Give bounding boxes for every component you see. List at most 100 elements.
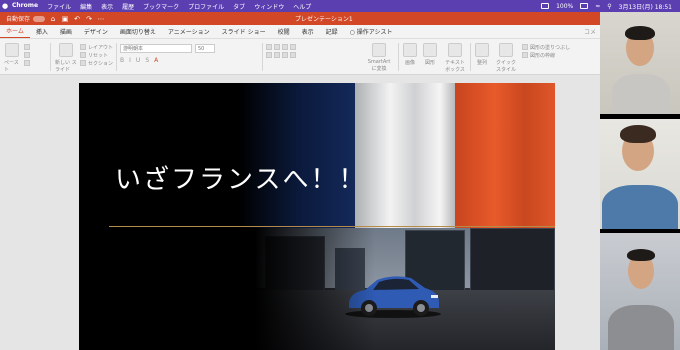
lightbulb-icon: ○ [349,29,355,36]
photo-building [470,228,555,292]
format-painter-button[interactable] [24,59,30,67]
textbox-group: テキスト ボックス [443,43,467,73]
section-label: セクション [88,60,114,67]
smartart-button[interactable] [372,43,386,57]
paste-label: ペースト [4,60,19,73]
tab-home[interactable]: ホーム [0,26,30,38]
menu-help[interactable]: ヘルプ [293,2,311,11]
autosave-control[interactable]: 自動保存 [6,14,46,23]
paste-button[interactable] [5,43,19,57]
menu-file[interactable]: ファイル [47,2,71,11]
tab-design[interactable]: デザイン [78,27,114,36]
copy-button[interactable] [24,51,30,59]
menu-bookmarks[interactable]: ブックマーク [143,2,179,11]
shape-outline-label: 図形の枠線 [530,52,556,59]
french-flag-image[interactable] [79,83,555,228]
menu-profile[interactable]: プロファイル [188,2,224,11]
undo-icon[interactable]: ↶ [73,15,81,23]
italic-icon[interactable]: I [129,57,131,64]
menubar-clock[interactable]: 3月13日(月) 18:51 [619,2,672,11]
flag-blue-stripe [79,83,355,228]
underline-icon[interactable]: U [136,57,140,64]
format-row: B I U S A [120,57,158,64]
tab-tell-me[interactable]: ○ 操作アシスト [344,27,399,36]
apple-icon[interactable]: ● [0,2,10,10]
macos-menubar: ● Chrome ファイル 編集 表示 履歴 ブックマーク プロファイル タブ … [0,0,680,12]
tab-draw[interactable]: 描画 [54,27,78,36]
font-family-select[interactable]: 游明朝本 [120,44,192,53]
slide[interactable]: いざフランスへ！！ [79,83,555,350]
spotlight-search-icon[interactable]: ⚲ [607,3,611,10]
arrange-group: 整列 [474,43,490,66]
participant-3-hair [627,249,655,261]
layout-button[interactable]: レイアウト [80,43,113,51]
menu-view[interactable]: 表示 [101,2,113,11]
font-color-icon[interactable]: A [154,57,158,64]
car-photo[interactable] [255,228,555,350]
reset-label: リセット [88,52,109,59]
save-icon[interactable]: ▣ [61,15,69,23]
participant-1-body [612,74,670,114]
home-icon[interactable]: ⌂ [49,15,57,23]
picture-icon[interactable] [403,43,417,57]
menu-edit[interactable]: 編集 [80,2,92,11]
window-titlebar: 自動保存 ⌂ ▣ ↶ ↷ ⋯ プレゼンテーション1 [0,12,600,25]
video-call-panel [600,12,680,350]
participant-video-3[interactable] [600,233,680,350]
font-size-select[interactable]: 50 [195,44,215,53]
textbox-icon[interactable] [448,43,462,57]
menu-window[interactable]: ウィンドウ [254,2,284,11]
textbox-label: テキスト ボックス [445,60,465,73]
screen-share-icon[interactable] [541,3,550,9]
tab-animations[interactable]: アニメーション [162,27,216,36]
tab-slideshow[interactable]: スライド ショー [216,27,272,36]
participant-3-body [608,305,674,350]
menu-history[interactable]: 履歴 [122,2,134,11]
new-slide-button[interactable] [59,43,73,57]
ribbon-divider [262,43,263,71]
smartart-group: SmartArt に変換 [365,43,393,72]
participant-video-2[interactable] [600,119,680,229]
section-button[interactable]: セクション [80,59,113,67]
battery-percent: 100% [556,2,574,10]
slide-canvas[interactable]: いざフランスへ！！ [0,75,600,350]
tab-insert[interactable]: 挿入 [30,27,54,36]
arrange-label: 整列 [476,60,487,66]
strikethrough-icon[interactable]: S [145,57,149,64]
quick-styles-label: クイック スタイル [495,60,516,73]
participant-1-hair [625,26,655,40]
layout-label: レイアウト [88,44,114,51]
participant-video-1[interactable] [600,12,680,114]
tab-record[interactable]: 記録 [320,27,344,36]
autosave-toggle[interactable] [33,15,46,22]
slide-title[interactable]: いざフランスへ！！ [115,159,366,196]
menu-app-chrome[interactable]: Chrome [12,2,38,11]
shapes-icon[interactable] [423,43,437,57]
tab-transitions[interactable]: 画面切り替え [114,27,162,36]
cut-button[interactable] [24,43,30,51]
more-icon[interactable]: ⋯ [97,15,105,23]
align-button[interactable] [266,51,296,59]
wifi-icon[interactable]: ≈ [595,3,600,10]
shape-fill-button[interactable]: 図形の塗りつぶし [522,43,570,51]
bold-icon[interactable]: B [120,57,124,64]
redo-icon[interactable]: ↷ [85,15,93,23]
tab-view[interactable]: 表示 [296,27,320,36]
ribbon-tabs: ホーム 挿入 描画 デザイン 画面切り替え アニメーション スライド ショー 校… [0,25,600,39]
title-underline [109,226,555,227]
new-slide-group: 新しい スライド [55,43,77,73]
clipboard-small-group [24,43,30,67]
comment-button[interactable]: コメ [584,27,600,36]
shape-outline-button[interactable]: 図形の枠線 [522,51,570,59]
bullets-button[interactable] [266,43,296,51]
battery-icon[interactable] [580,3,589,9]
participant-2-hair [620,125,656,143]
ribbon-divider [50,43,51,71]
reset-button[interactable]: リセット [80,51,113,59]
menu-tab[interactable]: タブ [233,2,245,11]
shape-format-group: 図形の塗りつぶし 図形の枠線 [522,43,570,59]
quick-styles-icon[interactable] [499,43,513,57]
tab-review[interactable]: 校閲 [272,27,296,36]
ribbon-home: ペースト 新しい スライド レイアウト リセット セクション 游明朝本 50 B… [0,39,600,75]
arrange-icon[interactable] [475,43,489,57]
